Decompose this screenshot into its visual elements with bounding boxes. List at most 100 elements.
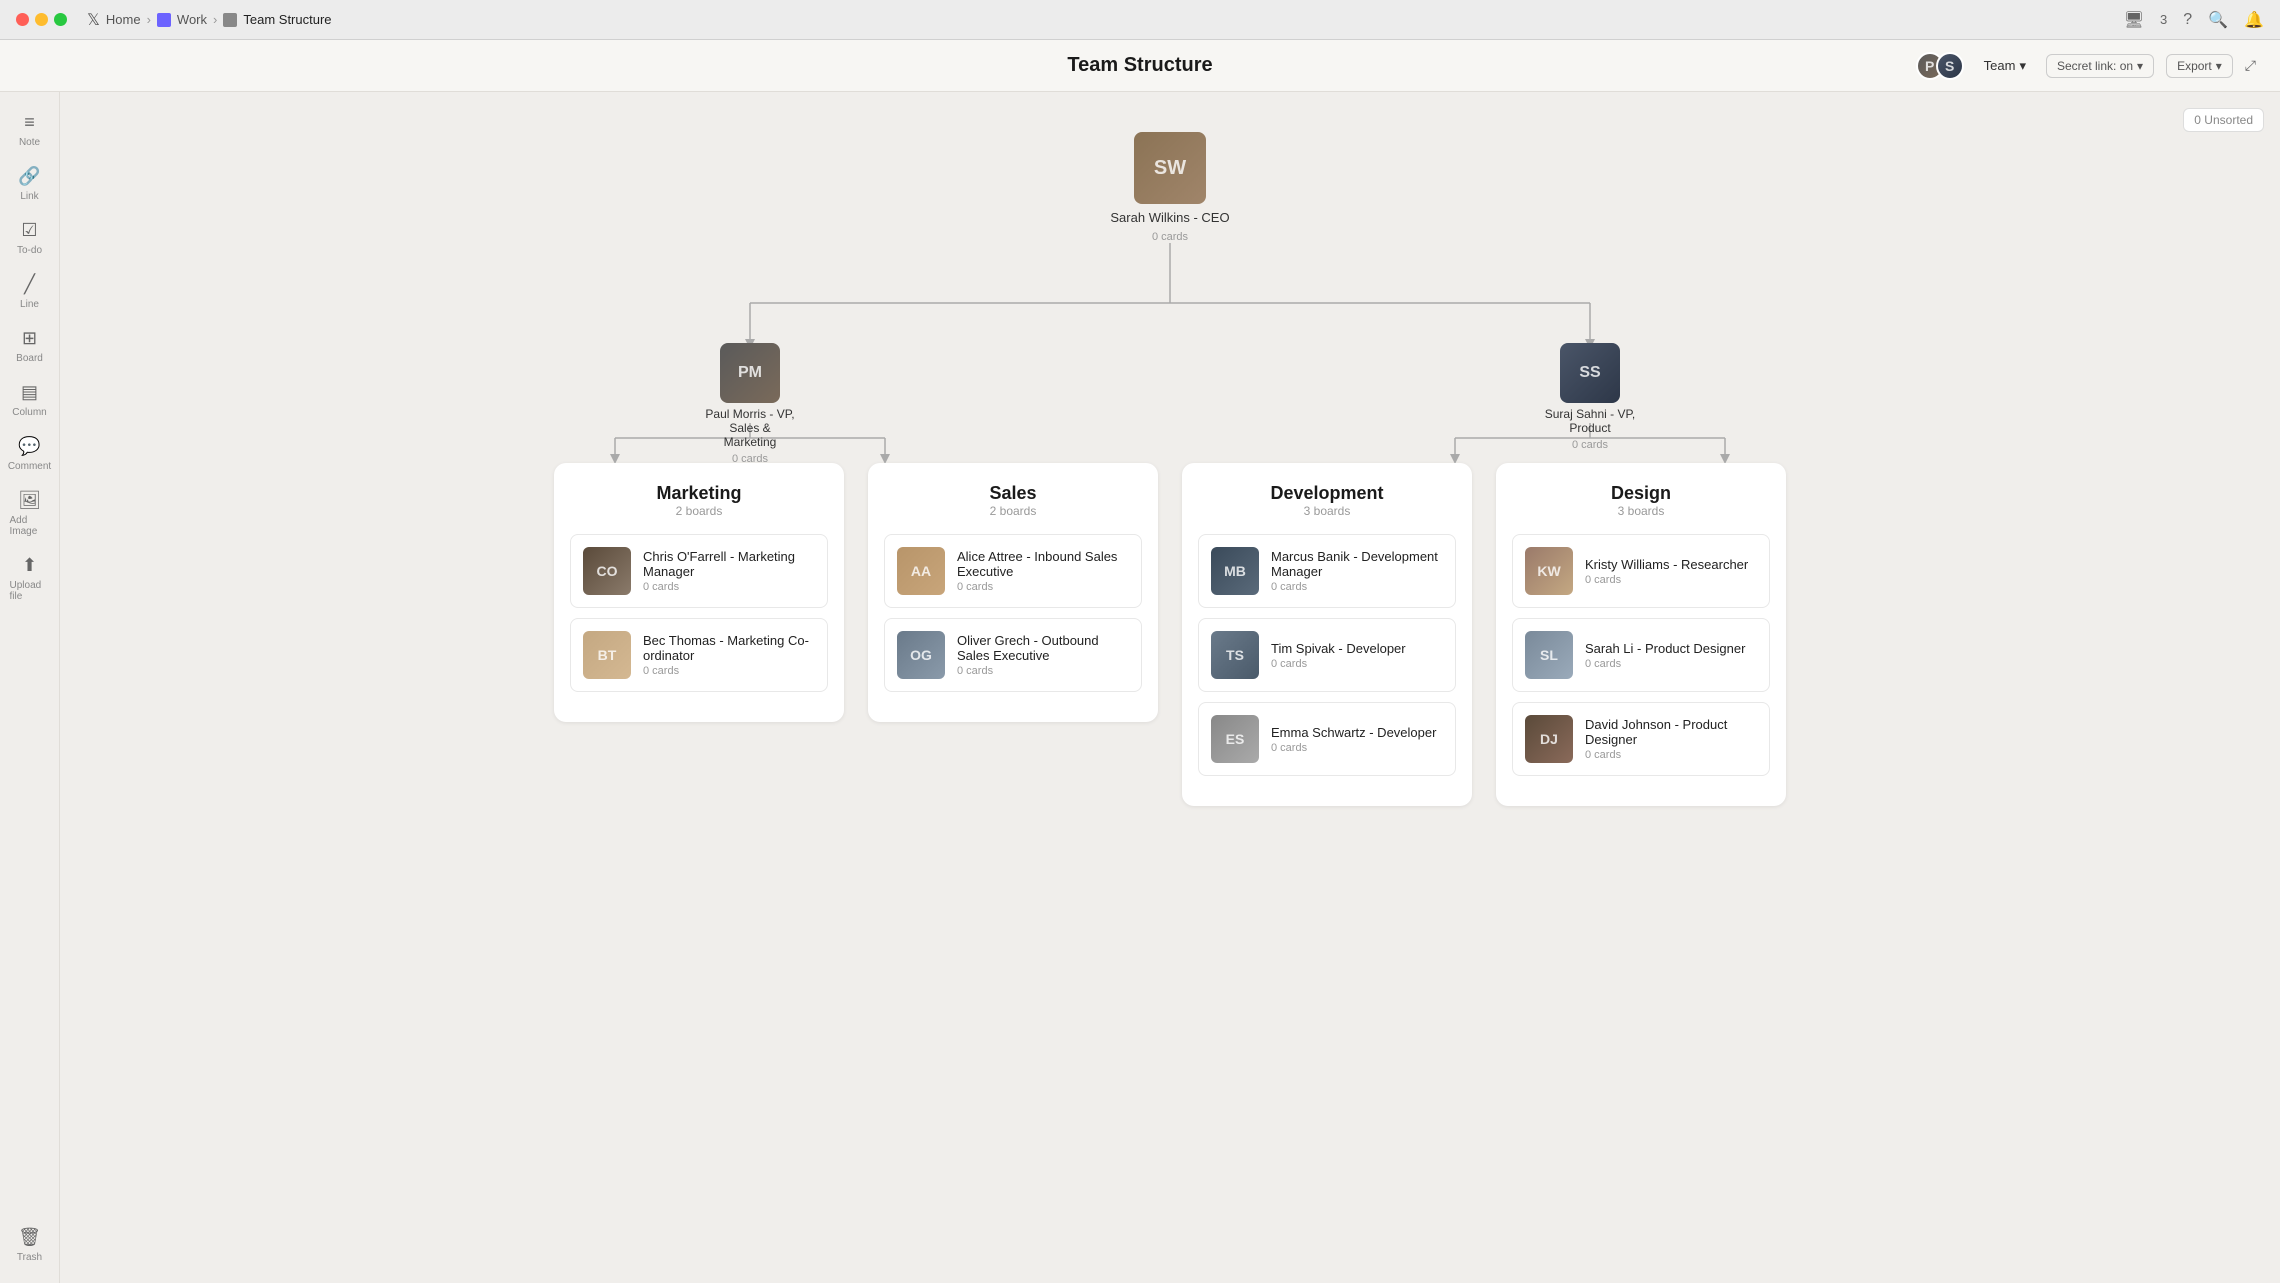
dept-development-title: Development [1198, 483, 1456, 504]
member-david-photo: DJ [1525, 715, 1573, 763]
note-icon: ≡ [24, 112, 35, 133]
sidebar-item-note[interactable]: ≡ Note [4, 104, 56, 156]
sidebar-item-link[interactable]: 🔗 Link [4, 158, 56, 210]
secret-link-button[interactable]: Secret link: on ▾ [2046, 54, 2154, 78]
org-chart: SW Sarah Wilkins - CEO 0 cards [80, 112, 2260, 806]
member-alice-cards: 0 cards [957, 581, 1129, 593]
search-icon[interactable]: 🔍 [2208, 10, 2228, 30]
board-icon: ⊞ [22, 328, 37, 349]
page-icon [223, 13, 237, 27]
traffic-lights [16, 13, 67, 26]
work-icon [157, 13, 171, 27]
member-david[interactable]: DJ David Johnson - Product Designer 0 ca… [1512, 702, 1770, 776]
minimize-button[interactable] [35, 13, 48, 26]
member-marcus-name: Marcus Banik - Development Manager [1271, 549, 1443, 579]
titlebar-icons: 🖥 3 ? 🔍 🔔 [2124, 10, 2264, 30]
avatar-2: S [1936, 52, 1964, 80]
member-chris-name: Chris O'Farrell - Marketing Manager [643, 549, 815, 579]
topbar-actions: P S Team ▾ Secret link: on ▾ Export ▾ ⤢ [1916, 52, 2256, 80]
breadcrumb: 𝕏 Home › Work › Team Structure [87, 10, 332, 30]
vp-right-photo: SS [1560, 343, 1620, 403]
device-icon[interactable]: 🖥 [2124, 10, 2144, 30]
member-marcus[interactable]: MB Marcus Banik - Development Manager 0 … [1198, 534, 1456, 608]
maximize-button[interactable] [54, 13, 67, 26]
member-sarahli[interactable]: SL Sarah Li - Product Designer 0 cards [1512, 618, 1770, 692]
link-icon: 🔗 [18, 166, 40, 187]
export-button[interactable]: Export ▾ [2166, 54, 2233, 78]
bell-icon[interactable]: 🔔 [2244, 10, 2264, 30]
ceo-cards: 0 cards [1152, 231, 1188, 243]
sidebar-item-line[interactable]: ╱ Line [4, 266, 56, 318]
dept-sales: Sales 2 boards AA Alice Attree - Inbound… [868, 463, 1158, 722]
dept-design-title: Design [1512, 483, 1770, 504]
member-marcus-photo: MB [1211, 547, 1259, 595]
member-tim[interactable]: TS Tim Spivak - Developer 0 cards [1198, 618, 1456, 692]
badge-3: 3 [2160, 12, 2167, 27]
member-emma[interactable]: ES Emma Schwartz - Developer 0 cards [1198, 702, 1456, 776]
member-oliver-name: Oliver Grech - Outbound Sales Executive [957, 633, 1129, 663]
sidebar-item-addimage[interactable]: 🖼 Add Image [4, 482, 56, 545]
work-breadcrumb[interactable]: Work [177, 12, 207, 27]
member-kristy-cards: 0 cards [1585, 574, 1748, 586]
ceo-name: Sarah Wilkins - CEO [1110, 210, 1229, 225]
member-emma-name: Emma Schwartz - Developer [1271, 725, 1436, 740]
dept-design-boards: 3 boards [1512, 504, 1770, 518]
uploadfile-icon: ⬆ [22, 555, 37, 576]
connector-area: PM Paul Morris - VP, Sales &Marketing 0 … [470, 243, 1870, 463]
dept-marketing: Marketing 2 boards CO Chris O'Farrell - … [554, 463, 844, 722]
addimage-icon: 🖼 [18, 490, 41, 511]
member-kristy-name: Kristy Williams - Researcher [1585, 557, 1748, 572]
close-button[interactable] [16, 13, 29, 26]
member-kristy-photo: KW [1525, 547, 1573, 595]
member-chris-cards: 0 cards [643, 581, 815, 593]
help-icon[interactable]: ? [2183, 11, 2192, 29]
sidebar-item-comment[interactable]: 💬 Comment [4, 428, 56, 480]
line-icon: ╱ [24, 274, 35, 295]
expand-icon[interactable]: ⤢ [2245, 57, 2256, 74]
vp-left-photo: PM [720, 343, 780, 403]
topbar: Team Structure P S Team ▾ Secret link: o… [0, 40, 2280, 92]
sidebar-item-board[interactable]: ⊞ Board [4, 320, 56, 372]
notion-icon: 𝕏 [87, 10, 100, 30]
sidebar-item-todo[interactable]: ☑ To-do [4, 212, 56, 264]
team-button[interactable]: Team ▾ [1976, 54, 2034, 78]
ceo-card[interactable]: SW Sarah Wilkins - CEO 0 cards [1110, 132, 1229, 243]
member-emma-photo: ES [1211, 715, 1259, 763]
member-chris[interactable]: CO Chris O'Farrell - Marketing Manager 0… [570, 534, 828, 608]
dept-sales-title: Sales [884, 483, 1142, 504]
vp-right-card[interactable]: SS Suraj Sahni - VP, Product 0 cards [1530, 343, 1650, 451]
member-bec[interactable]: BT Bec Thomas - Marketing Co-ordinator 0… [570, 618, 828, 692]
comment-icon: 💬 [18, 436, 40, 457]
sidebar: ≡ Note 🔗 Link ☑ To-do ╱ Line ⊞ Board ▤ C… [0, 92, 60, 1283]
member-marcus-cards: 0 cards [1271, 581, 1443, 593]
dept-sales-boards: 2 boards [884, 504, 1142, 518]
ceo-photo: SW [1134, 132, 1206, 204]
page-title: Team Structure [1067, 54, 1212, 77]
current-breadcrumb: Team Structure [243, 12, 331, 27]
member-emma-cards: 0 cards [1271, 742, 1436, 754]
member-david-name: David Johnson - Product Designer [1585, 717, 1757, 747]
home-breadcrumb[interactable]: Home [106, 12, 141, 27]
sidebar-item-trash[interactable]: 🗑 Trash [4, 1219, 56, 1271]
sidebar-item-column[interactable]: ▤ Column [4, 374, 56, 426]
member-tim-cards: 0 cards [1271, 658, 1406, 670]
dept-design: Design 3 boards KW Kristy Williams - Res… [1496, 463, 1786, 806]
unsorted-badge: 0 Unsorted [2183, 108, 2264, 132]
member-kristy[interactable]: KW Kristy Williams - Researcher 0 cards [1512, 534, 1770, 608]
member-tim-name: Tim Spivak - Developer [1271, 641, 1406, 656]
dept-marketing-title: Marketing [570, 483, 828, 504]
member-alice[interactable]: AA Alice Attree - Inbound Sales Executiv… [884, 534, 1142, 608]
vp-left-name: Paul Morris - VP, Sales &Marketing [690, 407, 810, 449]
dept-development-boards: 3 boards [1198, 504, 1456, 518]
member-david-cards: 0 cards [1585, 749, 1757, 761]
ceo-level: SW Sarah Wilkins - CEO 0 cards [1110, 132, 1229, 243]
vp-left-card[interactable]: PM Paul Morris - VP, Sales &Marketing 0 … [690, 343, 810, 465]
member-sarahli-name: Sarah Li - Product Designer [1585, 641, 1745, 656]
chevron-down-icon-3: ▾ [2216, 59, 2222, 73]
dept-marketing-boards: 2 boards [570, 504, 828, 518]
member-oliver[interactable]: OG Oliver Grech - Outbound Sales Executi… [884, 618, 1142, 692]
main-layout: ≡ Note 🔗 Link ☑ To-do ╱ Line ⊞ Board ▤ C… [0, 92, 2280, 1283]
sidebar-item-uploadfile[interactable]: ⬆ Upload file [4, 547, 56, 610]
member-alice-name: Alice Attree - Inbound Sales Executive [957, 549, 1129, 579]
member-sarahli-photo: SL [1525, 631, 1573, 679]
